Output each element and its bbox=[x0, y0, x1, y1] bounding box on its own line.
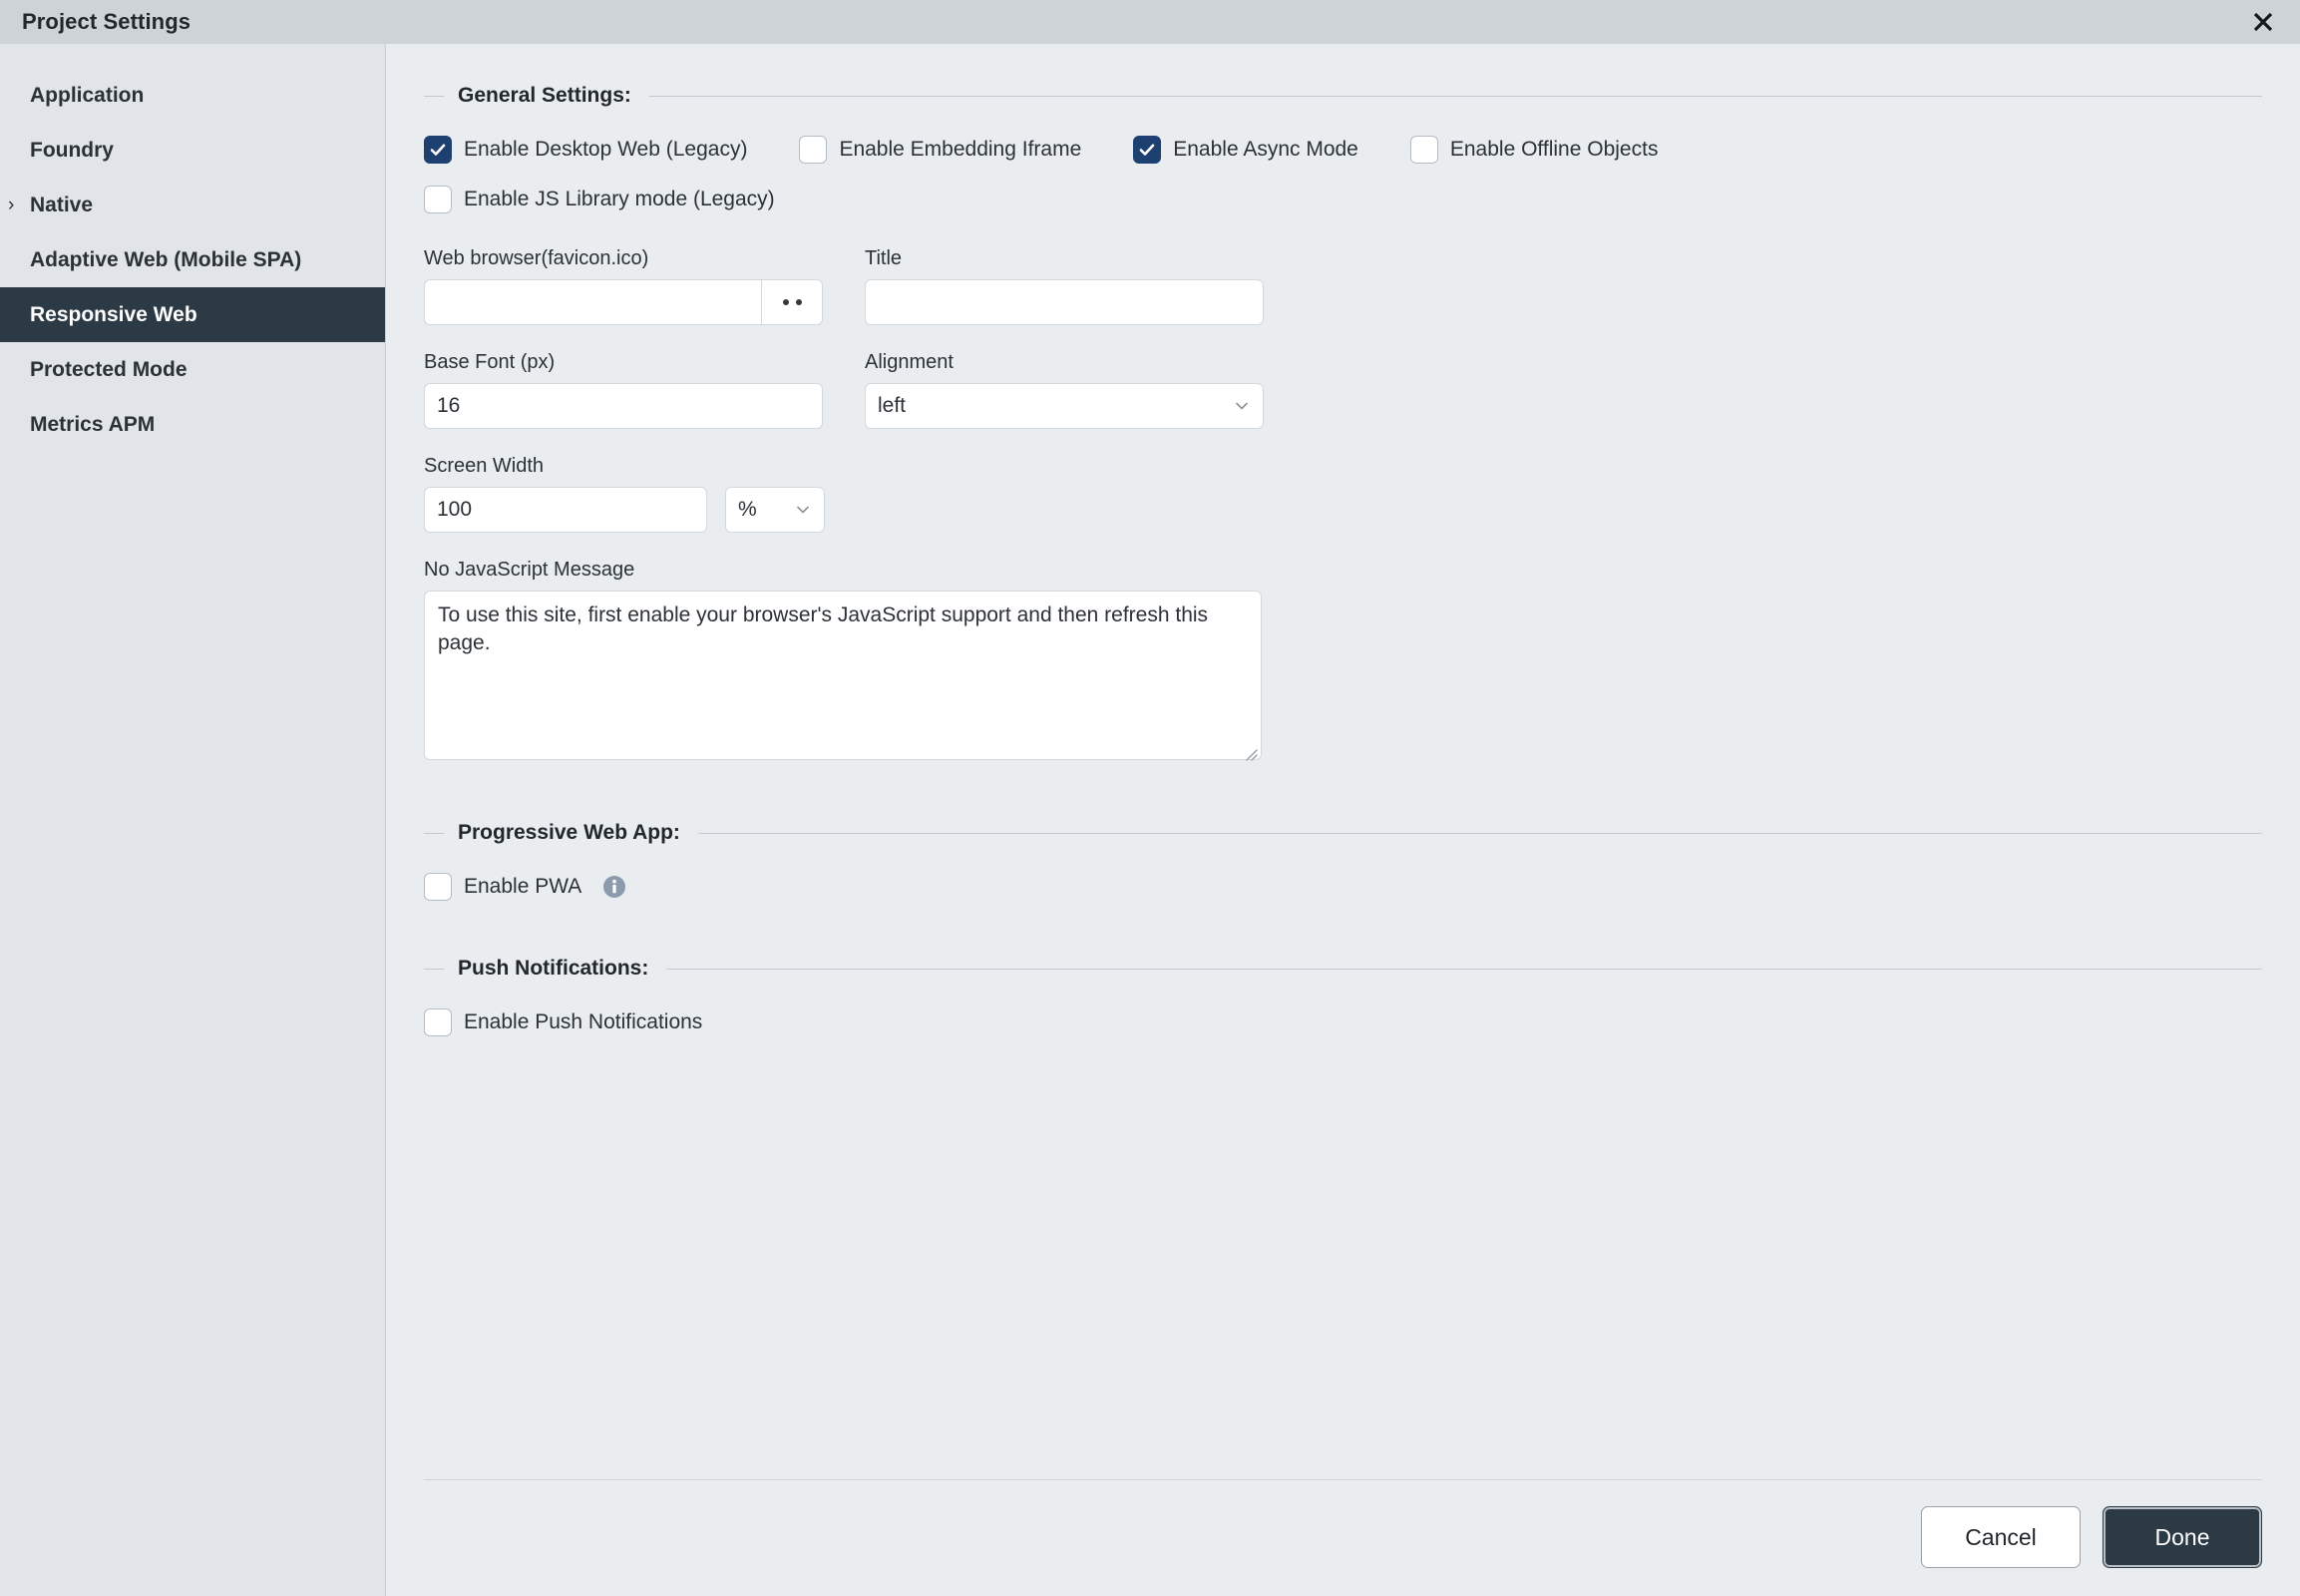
screen-width-label: Screen Width bbox=[424, 455, 545, 477]
chevron-down-icon[interactable] bbox=[794, 501, 812, 519]
sidebar-item-application[interactable]: Application bbox=[0, 68, 385, 123]
section-rule bbox=[697, 832, 2262, 834]
title-input[interactable] bbox=[865, 279, 1264, 325]
section-rule bbox=[666, 968, 2262, 970]
sidebar-item-label: Adaptive Web (Mobile SPA) bbox=[30, 247, 302, 271]
checkbox-box[interactable] bbox=[424, 186, 452, 213]
no-js-message-label: No JavaScript Message bbox=[424, 559, 635, 581]
checkbox-box[interactable] bbox=[1409, 136, 1438, 164]
favicon-title-row: Web browser(favicon.ico) Title bbox=[424, 247, 2262, 325]
section-dash bbox=[424, 832, 444, 834]
general-checkbox-row-2: Enable JS Library mode (Legacy) bbox=[424, 186, 2262, 213]
alignment-value: left bbox=[878, 394, 907, 417]
chevron-right-icon[interactable]: › bbox=[8, 196, 14, 214]
no-js-message-group: No JavaScript Message bbox=[424, 559, 2262, 765]
project-settings-dialog: Project Settings Application Foundry › N… bbox=[0, 0, 2300, 1596]
close-icon[interactable] bbox=[2246, 5, 2280, 39]
checkbox-enable-desktop-web[interactable]: Enable Desktop Web (Legacy) bbox=[424, 136, 747, 164]
checkbox-box[interactable] bbox=[424, 136, 452, 164]
chevron-down-icon[interactable] bbox=[1233, 397, 1251, 415]
sidebar-item-label: Foundry bbox=[30, 138, 114, 162]
checkbox-enable-js-library-mode[interactable]: Enable JS Library mode (Legacy) bbox=[424, 186, 775, 213]
alignment-select-wrap: left bbox=[865, 383, 1264, 429]
checkbox-label: Enable Embedding Iframe bbox=[839, 138, 1082, 161]
alignment-label: Alignment bbox=[865, 351, 954, 373]
sidebar-item-label: Protected Mode bbox=[30, 357, 188, 381]
info-icon[interactable] bbox=[601, 874, 627, 900]
favicon-label: Web browser(favicon.ico) bbox=[424, 247, 649, 269]
checkbox-enable-embedding-iframe[interactable]: Enable Embedding Iframe bbox=[799, 136, 1081, 164]
section-header-push: Push Notifications: bbox=[424, 957, 2262, 981]
section-legend: General Settings: bbox=[458, 84, 631, 107]
screen-width-row: Screen Width % bbox=[424, 455, 2262, 533]
cancel-button[interactable]: Cancel bbox=[1921, 1506, 2081, 1568]
base-font-label: Base Font (px) bbox=[424, 351, 556, 373]
sidebar-item-native[interactable]: › Native bbox=[0, 178, 385, 232]
checkbox-label: Enable PWA bbox=[464, 875, 582, 898]
checkbox-box[interactable] bbox=[1133, 136, 1162, 164]
checkbox-label: Enable Desktop Web (Legacy) bbox=[464, 138, 748, 161]
title-label: Title bbox=[865, 247, 903, 269]
checkbox-label: Enable JS Library mode (Legacy) bbox=[464, 188, 775, 210]
base-font-input[interactable] bbox=[424, 383, 823, 429]
alignment-select[interactable]: left bbox=[865, 383, 1264, 429]
settings-scroll-area: General Settings: Enable Desktop Web (Le… bbox=[386, 44, 2300, 1479]
sidebar-item-adaptive-web[interactable]: Adaptive Web (Mobile SPA) bbox=[0, 232, 385, 287]
page-title: Project Settings bbox=[22, 9, 192, 34]
section-header-pwa: Progressive Web App: bbox=[424, 821, 2262, 845]
base-font-field-group: Base Font (px) bbox=[424, 351, 823, 429]
no-js-message-wrap bbox=[424, 591, 1262, 765]
section-legend: Push Notifications: bbox=[458, 957, 649, 980]
checkbox-enable-offline-objects[interactable]: Enable Offline Objects bbox=[1409, 136, 1659, 164]
basefont-alignment-row: Base Font (px) Alignment left bbox=[424, 351, 2262, 429]
screen-width-input[interactable] bbox=[424, 487, 707, 533]
title-bar: Project Settings bbox=[0, 0, 2300, 44]
pwa-checkbox-row: Enable PWA bbox=[424, 873, 2262, 901]
sidebar-item-foundry[interactable]: Foundry bbox=[0, 123, 385, 178]
ellipsis-icon[interactable] bbox=[761, 279, 823, 325]
section-dash bbox=[424, 95, 444, 97]
favicon-input[interactable] bbox=[424, 279, 761, 325]
checkbox-box[interactable] bbox=[424, 1008, 452, 1036]
settings-content: General Settings: Enable Desktop Web (Le… bbox=[386, 44, 2300, 1596]
sidebar-item-responsive-web[interactable]: Responsive Web bbox=[0, 287, 385, 342]
sidebar-item-label: Responsive Web bbox=[30, 302, 197, 326]
sidebar-item-metrics-apm[interactable]: Metrics APM bbox=[0, 397, 385, 452]
section-rule bbox=[648, 95, 2262, 97]
no-js-message-textarea[interactable] bbox=[424, 591, 1262, 760]
settings-sidebar: Application Foundry › Native Adaptive We… bbox=[0, 44, 386, 1596]
screen-width-field-group: Screen Width % bbox=[424, 455, 825, 533]
dialog-body: Application Foundry › Native Adaptive We… bbox=[0, 44, 2300, 1596]
alignment-field-group: Alignment left bbox=[865, 351, 1264, 429]
done-button[interactable]: Done bbox=[2103, 1506, 2262, 1568]
screen-width-unit-value: % bbox=[738, 498, 757, 521]
favicon-input-wrap bbox=[424, 279, 823, 325]
checkbox-enable-push-notifications[interactable]: Enable Push Notifications bbox=[424, 1008, 702, 1036]
title-field-group: Title bbox=[865, 247, 1264, 325]
checkbox-box[interactable] bbox=[799, 136, 828, 164]
checkbox-enable-async-mode[interactable]: Enable Async Mode bbox=[1133, 136, 1358, 164]
general-checkbox-row-1: Enable Desktop Web (Legacy) Enable Embed… bbox=[424, 136, 2262, 164]
screen-width-controls: % bbox=[424, 487, 825, 533]
section-legend: Progressive Web App: bbox=[458, 821, 680, 844]
favicon-field-group: Web browser(favicon.ico) bbox=[424, 247, 823, 325]
dialog-footer: Cancel Done bbox=[424, 1479, 2262, 1596]
push-checkbox-row: Enable Push Notifications bbox=[424, 1008, 2262, 1036]
checkbox-label: Enable Push Notifications bbox=[464, 1010, 703, 1033]
checkbox-box[interactable] bbox=[424, 873, 452, 901]
sidebar-item-protected-mode[interactable]: Protected Mode bbox=[0, 342, 385, 397]
section-dash bbox=[424, 968, 444, 970]
sidebar-item-label: Metrics APM bbox=[30, 412, 156, 436]
checkbox-label: Enable Offline Objects bbox=[1449, 138, 1659, 161]
checkbox-label: Enable Async Mode bbox=[1173, 138, 1358, 161]
sidebar-item-label: Application bbox=[30, 83, 145, 107]
checkbox-enable-pwa[interactable]: Enable PWA bbox=[424, 873, 581, 901]
screen-width-unit-select[interactable]: % bbox=[725, 487, 825, 533]
sidebar-item-label: Native bbox=[30, 193, 94, 216]
section-header-general: General Settings: bbox=[424, 84, 2262, 108]
